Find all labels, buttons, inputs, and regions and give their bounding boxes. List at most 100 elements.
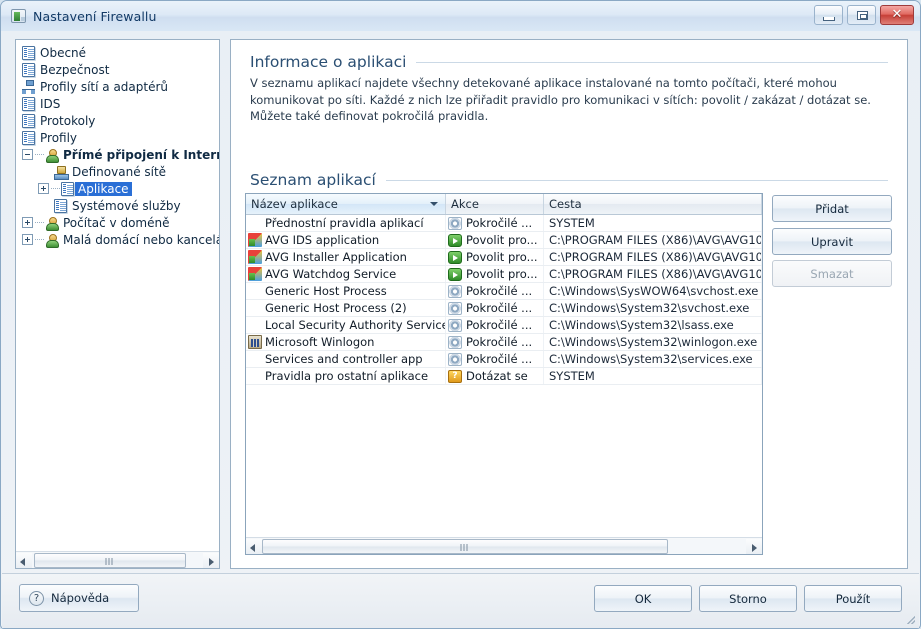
- column-header-path[interactable]: Cesta: [544, 194, 762, 214]
- table-row[interactable]: Services and controller app Pokročilé ...…: [246, 351, 762, 368]
- expand-icon[interactable]: [38, 183, 49, 194]
- tree-item-label: Profily sítí a adaptérů: [40, 79, 169, 94]
- list-section-header: Seznam aplikací: [250, 171, 888, 189]
- tree-item-1[interactable]: Bezpečnost: [20, 61, 219, 78]
- cell-application-name: Generic Host Process (2): [246, 300, 446, 316]
- help-button[interactable]: ? Nápověda: [19, 584, 139, 612]
- table-scroll-track[interactable]: [262, 538, 746, 554]
- tree-item-label: Malá domácí nebo kancelářsk: [63, 232, 219, 247]
- expand-icon[interactable]: [22, 234, 33, 245]
- tree-item-label: Aplikace: [75, 181, 132, 196]
- table-row[interactable]: Generic Host Process Pokročilé ... C:\Wind…: [246, 283, 762, 300]
- cell-application-name: AVG Installer Application: [246, 249, 446, 265]
- user-profile-icon: [45, 148, 59, 163]
- table-horizontal-scrollbar[interactable]: [246, 537, 762, 554]
- gear-icon: [448, 284, 462, 298]
- tree-item-0[interactable]: Obecné: [20, 44, 219, 61]
- table-row[interactable]: AVG IDS application Povolit pro... C:\PROG…: [246, 232, 762, 249]
- tree-scroll-thumb[interactable]: [34, 552, 186, 568]
- resize-grip[interactable]: [905, 614, 915, 624]
- cell-application-name: Microsoft Winlogon: [246, 334, 446, 350]
- tree-connector: [51, 188, 61, 189]
- no-icon: [248, 352, 262, 366]
- tree-item-10[interactable]: Počítač v doméně: [20, 214, 219, 231]
- chevron-down-icon[interactable]: [430, 202, 438, 206]
- path-label: C:\PROGRAM FILES (X86)\AVG\AVG10: [549, 233, 761, 247]
- table-row[interactable]: Pravidla pro ostatní aplikace? Dotázat se…: [246, 368, 762, 385]
- column-header-action[interactable]: Akce: [446, 194, 544, 214]
- cell-path: C:\Windows\System32\svchost.exe: [544, 300, 762, 316]
- path-label: SYSTEM: [549, 369, 595, 383]
- table-row[interactable]: Generic Host Process (2) Pokročilé ... C:\…: [246, 300, 762, 317]
- tree-item-8[interactable]: Aplikace: [20, 180, 219, 197]
- action-label: Pokročilé ...: [466, 301, 533, 315]
- minimize-button[interactable]: [814, 5, 843, 25]
- table-row[interactable]: Přednostní pravidla aplikací Pokročilé ..…: [246, 215, 762, 232]
- path-label: C:\PROGRAM FILES (X86)\AVG\AVG10: [549, 267, 761, 281]
- table-row[interactable]: Microsoft Winlogon Pokročilé ... C:\Window…: [246, 334, 762, 351]
- table-scroll-right-arrow[interactable]: [746, 538, 762, 554]
- avg-icon: [248, 267, 262, 281]
- column-header-path-label: Cesta: [549, 197, 582, 211]
- column-header-action-label: Akce: [451, 197, 479, 211]
- gear-icon: [448, 216, 462, 230]
- tree-horizontal-scrollbar[interactable]: [16, 551, 219, 568]
- tree-item-3[interactable]: IDS: [20, 95, 219, 112]
- tree-scroll-left-arrow[interactable]: [16, 552, 32, 568]
- cell-action: Pokročilé ...: [446, 300, 544, 316]
- edit-button[interactable]: Upravit: [772, 228, 892, 255]
- document-icon: [54, 198, 67, 213]
- ask-icon: ?: [448, 369, 462, 383]
- application-name-label: Generic Host Process: [265, 284, 387, 298]
- navigation-tree[interactable]: Obecné Bezpečnost Profily sítí a adaptérů I…: [16, 40, 219, 550]
- tree-connector: [35, 154, 45, 155]
- tree-item-11[interactable]: Malá domácí nebo kancelářsk: [20, 231, 219, 248]
- column-header-name[interactable]: Název aplikace: [246, 194, 446, 214]
- document-icon: [22, 62, 35, 77]
- tree-item-5[interactable]: Profily: [20, 129, 219, 146]
- avg-icon: [248, 250, 262, 264]
- grip-icon: [460, 543, 470, 551]
- cell-path: C:\PROGRAM FILES (X86)\AVG\AVG10: [544, 232, 762, 248]
- info-heading: Informace o aplikaci: [250, 53, 407, 71]
- table-scroll-thumb[interactable]: [262, 538, 668, 554]
- application-name-label: AVG Watchdog Service: [265, 267, 397, 281]
- table-row[interactable]: Local Security Authority Service Pokročil…: [246, 317, 762, 334]
- cell-path: C:\PROGRAM FILES (X86)\AVG\AVG10: [544, 266, 762, 282]
- table-row[interactable]: AVG Watchdog Service Povolit pro... C:\PRO…: [246, 266, 762, 283]
- windows-app-icon: [248, 335, 262, 349]
- document-icon: [22, 130, 35, 145]
- tree-scroll-track[interactable]: [32, 552, 203, 568]
- close-button[interactable]: ✕: [880, 5, 914, 25]
- tree-item-label: Obecné: [40, 45, 87, 60]
- application-name-label: Services and controller app: [265, 352, 423, 366]
- cell-application-name: AVG Watchdog Service: [246, 266, 446, 282]
- cell-action: Povolit pro...: [446, 249, 544, 265]
- add-button[interactable]: Přidat: [772, 195, 892, 222]
- heading-rule: [416, 61, 888, 63]
- cancel-button[interactable]: Storno: [699, 585, 797, 612]
- table-header-row: Název aplikace Akce Cesta: [246, 194, 762, 215]
- applications-table[interactable]: Název aplikace Akce Cesta Přednostní pra…: [245, 193, 763, 555]
- tree-item-6[interactable]: Přímé připojení k Internet: [20, 146, 219, 163]
- maximize-button[interactable]: [847, 5, 876, 25]
- gear-icon: [448, 318, 462, 332]
- tree-item-7[interactable]: Definované sítě: [20, 163, 219, 180]
- document-icon: [22, 96, 35, 111]
- tree-item-label: Profily: [40, 130, 78, 145]
- tree-scroll-right-arrow[interactable]: [203, 552, 219, 568]
- allow-icon: [448, 233, 462, 247]
- document-icon: [61, 181, 74, 196]
- collapse-icon[interactable]: [22, 149, 33, 160]
- ok-button[interactable]: OK: [594, 585, 692, 612]
- tree-item-9[interactable]: Systémové služby: [20, 197, 219, 214]
- tree-item-2[interactable]: Profily sítí a adaptérů: [20, 78, 219, 95]
- no-icon: [248, 369, 262, 383]
- close-icon: ✕: [891, 7, 903, 22]
- apply-button[interactable]: Použít: [804, 585, 902, 612]
- maximize-icon: [857, 11, 868, 20]
- tree-item-4[interactable]: Protokoly: [20, 112, 219, 129]
- table-row[interactable]: AVG Installer Application Povolit pro... C…: [246, 249, 762, 266]
- expand-icon[interactable]: [22, 217, 33, 228]
- table-scroll-left-arrow[interactable]: [246, 538, 262, 554]
